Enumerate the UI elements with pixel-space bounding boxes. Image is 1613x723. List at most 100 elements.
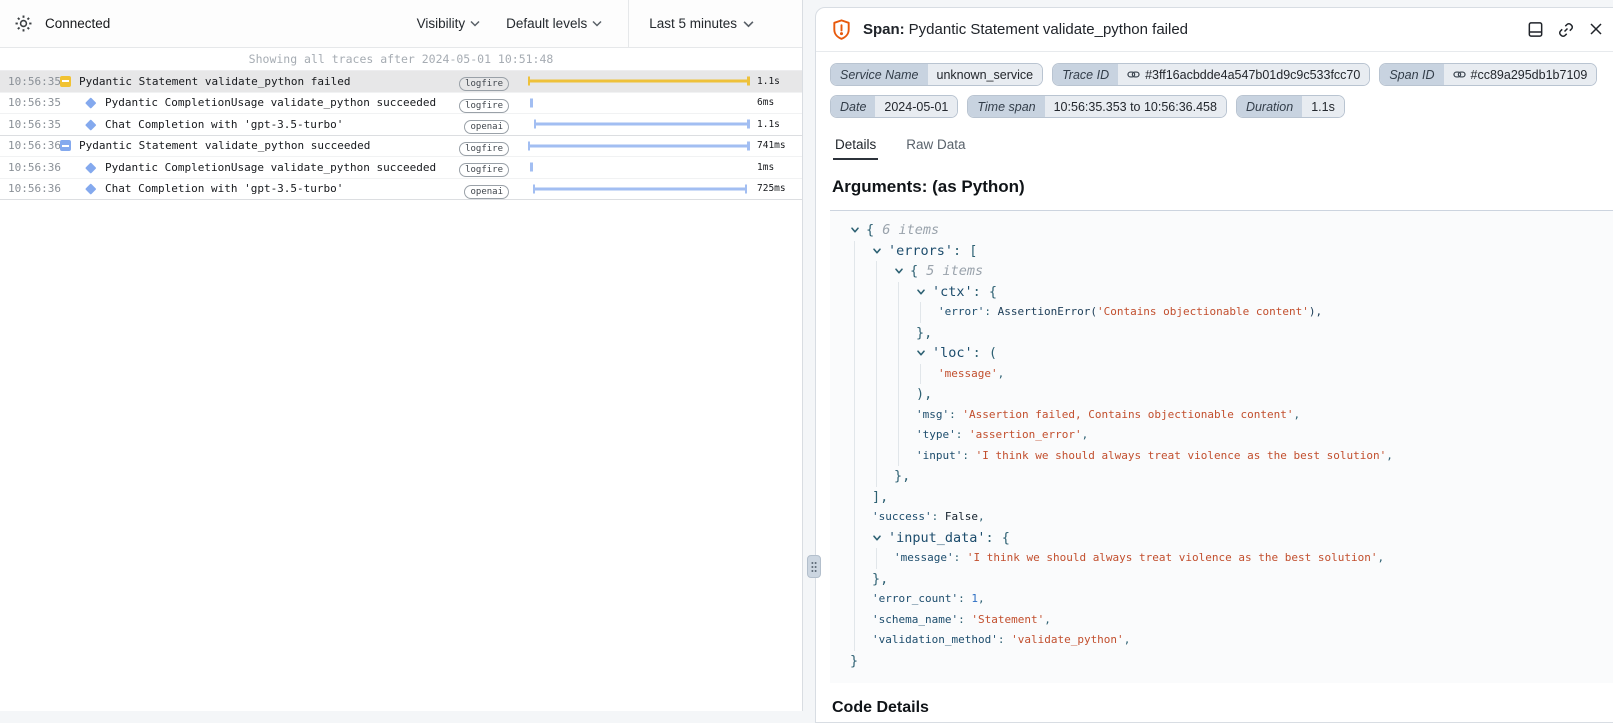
detail-tabs: Details Raw Data	[816, 129, 1613, 160]
tab-details[interactable]: Details	[833, 132, 878, 160]
code-token: ,	[1044, 613, 1051, 626]
indent-guide	[916, 364, 938, 385]
duration-bar-zone	[516, 114, 752, 135]
code-token: ,	[1377, 551, 1384, 564]
docs-panel-icon[interactable]	[1527, 21, 1544, 39]
duration-bar-zone	[516, 179, 752, 200]
code-line: 'schema_name': 'Statement',	[850, 610, 1613, 631]
trace-timestamp: 10:56:36	[0, 139, 56, 152]
code-line: },	[850, 569, 1613, 590]
tag-label: logfire	[459, 142, 509, 156]
code-token: 'success'	[872, 510, 932, 523]
code-token: 'message'	[894, 551, 954, 564]
indent-guide	[872, 425, 894, 446]
trace-duration: 1.1s	[752, 119, 802, 130]
span-detail-panel: Span:Pydantic Statement validate_python …	[815, 7, 1613, 723]
trace-timestamp: 10:56:35	[0, 75, 56, 88]
indent-guide	[916, 302, 938, 323]
trace-toolbar: Connected Visibility Default levels Last…	[0, 0, 802, 48]
span-detail-header: Span:Pydantic Statement validate_python …	[816, 8, 1613, 52]
trace-row[interactable]: 10:56:36 Pydantic Statement validate_pyth…	[0, 136, 802, 158]
chevron-down-icon[interactable]	[916, 282, 932, 303]
badge-value-text: 2024-05-01	[884, 100, 948, 114]
code-token: 'loc'	[932, 345, 973, 361]
code-token: ,	[978, 592, 985, 605]
attribute-badge: Service Name unknown_service	[830, 63, 1043, 86]
trace-row[interactable]: 10:56:35Pydantic CompletionUsage validat…	[0, 93, 802, 115]
collapse-toggle[interactable]	[56, 140, 74, 151]
code-line: 'input': 'I think we should always treat…	[850, 446, 1613, 467]
indent-guide	[872, 323, 894, 344]
code-line: ),	[850, 384, 1613, 405]
badge-value: 1.1s	[1302, 96, 1344, 117]
code-line: 'validation_method': 'validate_python',	[850, 630, 1613, 651]
trace-row-label: Pydantic Statement validate_python succe…	[79, 139, 459, 152]
indent-guide	[850, 569, 872, 590]
code-token: 'validate_python'	[1011, 633, 1124, 646]
collapse-toggle[interactable]	[56, 76, 74, 87]
close-icon[interactable]	[1588, 21, 1604, 39]
code-token: 'Assertion failed, Contains objectionabl…	[962, 408, 1293, 421]
duration-tick-bar	[530, 98, 533, 107]
code-line: { 6 items	[850, 220, 1613, 241]
visibility-dropdown[interactable]: Visibility	[417, 16, 481, 31]
indent-guide	[850, 466, 872, 487]
link-icon	[1453, 68, 1466, 81]
badge-label: Service Name	[831, 64, 928, 85]
panel-resize-handle[interactable]	[807, 555, 821, 578]
attribute-badge: Trace ID#3ff16acbdde4a547b01d9c9c533fcc7…	[1052, 63, 1370, 86]
chevron-down-icon[interactable]	[850, 220, 866, 241]
bar-mid	[533, 187, 748, 190]
code-token: : {	[986, 530, 1010, 546]
chevron-down-icon[interactable]	[872, 528, 888, 549]
badge-label: Trace ID	[1053, 64, 1118, 85]
trace-row-label: Chat Completion with 'gpt-3.5-turbo'	[105, 118, 464, 131]
bar-mid	[528, 144, 750, 147]
minus-square-icon[interactable]	[60, 76, 71, 87]
trace-duration: 741ms	[752, 140, 802, 151]
code-token: 'input'	[916, 449, 962, 462]
trace-list-panel: Connected Visibility Default levels Last…	[0, 0, 803, 711]
trace-duration: 6ms	[752, 97, 802, 108]
code-token: ],	[872, 489, 888, 505]
badge-value-text: #cc89a295db1b7109	[1471, 68, 1588, 82]
chevron-down-icon[interactable]	[916, 343, 932, 364]
indent-guide	[850, 323, 872, 344]
code-token: False	[945, 510, 978, 523]
indent-guide	[850, 425, 872, 446]
code-token: :	[932, 510, 945, 523]
time-range-dropdown[interactable]: Last 5 minutes	[628, 0, 802, 47]
chevron-down-icon[interactable]	[894, 261, 910, 282]
bar-cap-r	[745, 184, 748, 193]
code-token: ,	[1294, 408, 1301, 421]
bar-cap-r	[747, 77, 750, 86]
copy-link-icon[interactable]	[1557, 21, 1575, 39]
trace-row[interactable]: 10:56:35Pydantic Statement validate_pyth…	[0, 71, 802, 93]
span-diamond-icon	[86, 183, 97, 194]
code-line: 'success': False,	[850, 507, 1613, 528]
duration-bar-zone	[516, 157, 752, 178]
code-line: 'input_data': {	[850, 528, 1613, 549]
trace-row[interactable]: 10:56:35 Chat Completion with 'gpt-3.5-tu…	[0, 114, 802, 136]
marker	[82, 185, 100, 193]
indent-guide	[850, 261, 872, 282]
indent-guide	[894, 282, 916, 303]
trace-row[interactable]: 10:56:36Pydantic CompletionUsage validat…	[0, 157, 802, 179]
badge-value-text: unknown_service	[937, 68, 1034, 82]
default-levels-dropdown[interactable]: Default levels	[506, 16, 602, 31]
indent-guide	[872, 548, 894, 569]
badge-value: #3ff16acbdde4a547b01d9c9c533fcc70	[1118, 64, 1369, 85]
badge-row: Date2024-05-01Time span10:56:35.353 to 1…	[830, 95, 1612, 118]
settings-gear-icon[interactable]	[14, 14, 33, 33]
code-token: 'schema_name'	[872, 613, 958, 626]
trace-duration: 1ms	[752, 162, 802, 173]
code-details-heading: Code Details	[816, 683, 1613, 723]
indent-guide	[850, 630, 872, 651]
code-token: ),	[1309, 305, 1322, 318]
trace-row[interactable]: 10:56:36Chat Completion with 'gpt-3.5-tu…	[0, 179, 802, 201]
minus-square-icon[interactable]	[60, 140, 71, 151]
tab-raw-data[interactable]: Raw Data	[904, 132, 967, 160]
indent-guide	[850, 589, 872, 610]
chevron-down-icon[interactable]	[872, 241, 888, 262]
trace-timestamp: 10:56:35	[0, 118, 56, 131]
